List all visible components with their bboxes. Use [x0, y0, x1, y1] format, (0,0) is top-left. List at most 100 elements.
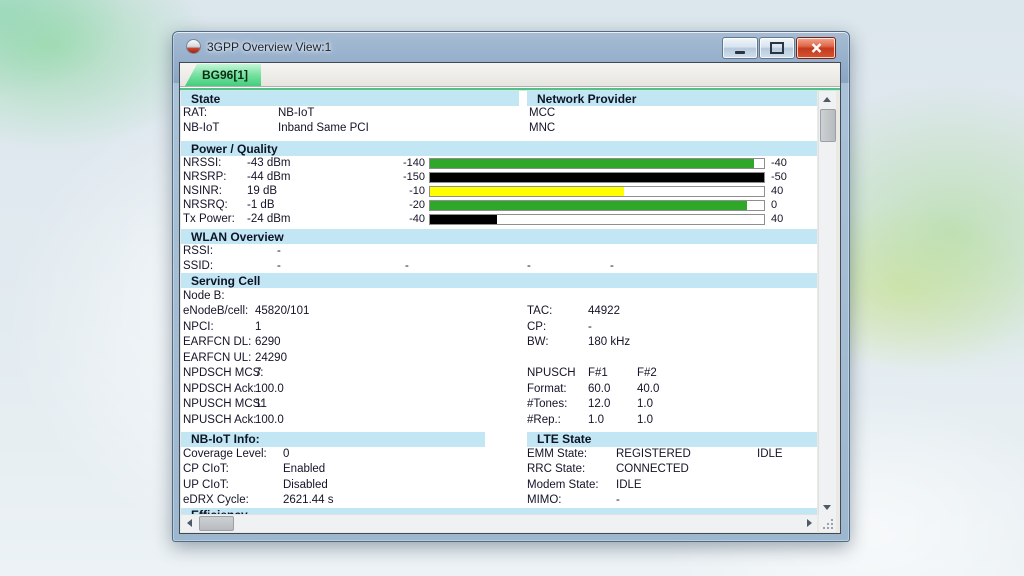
- field-label: UP CIoT:: [181, 479, 283, 491]
- content-area: State Network Provider RAT: NB-IoT MCC N…: [181, 91, 817, 515]
- close-icon: [811, 43, 822, 53]
- signal-bar-fill: [430, 173, 764, 182]
- power-row: Tx Power: -24 dBm -40 40: [181, 212, 817, 226]
- serving-cell-row: EARFCN DL: 6290 BW: 180 kHz: [181, 335, 817, 351]
- maximize-icon: [770, 42, 784, 54]
- field-label: NB-IoT: [181, 122, 278, 134]
- field-value: 7: [255, 367, 527, 379]
- field-value: 0: [283, 448, 527, 460]
- field-value: 11: [255, 398, 527, 410]
- section-header-row: Serving Cell: [181, 273, 817, 288]
- serving-cell-row: NPDSCH MCS: 7 NPUSCH F#1 F#2: [181, 366, 817, 382]
- window-title: 3GPP Overview View:1: [207, 40, 331, 54]
- field-label: NPCI:: [181, 321, 255, 333]
- header-gap: [519, 91, 527, 106]
- serving-cell-row: eNodeB/cell: 45820/101 TAC: 44922: [181, 304, 817, 320]
- field-label: NSINR:: [181, 185, 247, 197]
- field-label: NPUSCH: [527, 367, 588, 379]
- field-value: 44922: [588, 305, 637, 317]
- field-label: Node B:: [181, 290, 255, 302]
- field-label: EARFCN UL:: [181, 352, 255, 364]
- section-header-row: Power / Quality: [181, 141, 817, 156]
- resize-grip-icon[interactable]: [831, 527, 833, 529]
- vertical-scroll-thumb[interactable]: [820, 109, 836, 142]
- state-row: RAT: NB-IoT MCC: [181, 106, 817, 121]
- power-quality-rows: NRSSI: -43 dBm -140 -40 NRSRP: -44 dBm -…: [181, 156, 817, 226]
- horizontal-scroll-thumb[interactable]: [199, 516, 234, 531]
- nbiot-lte-row: Coverage Level: 0 EMM State: REGISTERED …: [181, 447, 817, 462]
- nbiot-title: NB-IoT Info:: [181, 432, 260, 446]
- field-label: NPUSCH Ack:: [181, 414, 255, 426]
- section-header-power-quality: Power / Quality: [181, 141, 817, 156]
- app-window: 3GPP Overview View:1 BG96[1]: [172, 31, 850, 542]
- horizontal-scrollbar[interactable]: [181, 514, 817, 532]
- serving-cell-row: NPDSCH Ack: 100.0 Format: 60.0 40.0: [181, 381, 817, 397]
- serving-cell-row: NPUSCH Ack: 100.0 #Rep.: 1.0 1.0: [181, 412, 817, 428]
- window-panel: BG96[1] State Network Provider RAT: NB-I…: [179, 62, 841, 534]
- header-gap: [485, 432, 527, 447]
- section-header-row: WLAN Overview: [181, 229, 817, 244]
- section-header-nbiot: NB-IoT Info:: [181, 432, 485, 447]
- maximize-button[interactable]: [759, 37, 795, 59]
- window-controls: [721, 37, 836, 59]
- field-label: CP CIoT:: [181, 463, 283, 475]
- field-value: IDLE: [757, 448, 817, 460]
- serving-cell-row: EARFCN UL: 24290: [181, 350, 817, 366]
- power-row: NRSRP: -44 dBm -150 -50: [181, 170, 817, 184]
- section-header-serving-cell: Serving Cell: [181, 273, 817, 288]
- field-value: 2621.44 s: [283, 494, 527, 506]
- field-value: 40.0: [637, 383, 817, 395]
- field-value: REGISTERED: [616, 448, 757, 460]
- nbiot-lte-row: CP CIoT: Enabled RRC State: CONNECTED: [181, 462, 817, 477]
- serving-cell-rows: Node B: eNodeB/cell: 45820/101 TAC: 4492…: [181, 288, 817, 428]
- field-value: 1.0: [637, 398, 817, 410]
- network-provider-title: Network Provider: [527, 92, 636, 106]
- field-value: -: [610, 259, 614, 274]
- scroll-right-button[interactable]: [801, 515, 817, 531]
- signal-bar-fill: [430, 201, 747, 210]
- power-row: NRSSI: -43 dBm -140 -40: [181, 156, 817, 170]
- tab-bg96[interactable]: BG96[1]: [185, 64, 261, 86]
- field-label: EARFCN DL:: [181, 336, 255, 348]
- field-value: -: [527, 259, 531, 274]
- minimize-button[interactable]: [722, 37, 758, 59]
- scroll-down-button[interactable]: [819, 499, 835, 515]
- field-value: 24290: [255, 352, 527, 364]
- field-value: 19 dB: [247, 185, 359, 197]
- field-value: 1: [255, 321, 527, 333]
- tab-strip: BG96[1]: [180, 63, 840, 87]
- field-value: -24 dBm: [247, 213, 359, 225]
- field-value: 45820/101: [255, 305, 527, 317]
- field-value: -1 dB: [247, 199, 359, 211]
- scroll-left-button[interactable]: [181, 515, 197, 531]
- field-value: 1.0: [588, 414, 637, 426]
- power-row: NSINR: 19 dB -10 40: [181, 184, 817, 198]
- tab-label: BG96[1]: [185, 68, 248, 82]
- field-value: -: [616, 494, 757, 506]
- field-label: RAT:: [181, 107, 278, 119]
- signal-bar-track: [429, 200, 765, 211]
- bar-scale-min: -40: [359, 213, 429, 225]
- chevron-left-icon: [187, 519, 192, 527]
- field-label: RSSI:: [183, 244, 213, 259]
- section-header-wlan: WLAN Overview: [181, 229, 817, 244]
- scroll-up-button[interactable]: [819, 91, 835, 107]
- field-value: Inband Same PCI: [278, 122, 527, 134]
- field-value: 60.0: [588, 383, 637, 395]
- field-value: 180 kHz: [588, 336, 637, 348]
- close-button[interactable]: [796, 37, 836, 59]
- power-row: NRSRQ: -1 dB -20 0: [181, 198, 817, 212]
- field-value: -: [277, 259, 281, 274]
- section-header-row: State Network Provider: [181, 91, 817, 106]
- signal-bar-track: [429, 214, 765, 225]
- title-bar[interactable]: 3GPP Overview View:1: [173, 32, 849, 61]
- section-header-network-provider: Network Provider: [527, 91, 817, 106]
- signal-bar-track: [429, 158, 765, 169]
- wlan-row: SSID: - - - -: [181, 259, 817, 274]
- chevron-right-icon: [807, 519, 812, 527]
- field-value: 12.0: [588, 398, 637, 410]
- serving-cell-row: NPUSCH MCS: 11 #Tones: 12.0 1.0: [181, 397, 817, 413]
- vertical-scrollbar[interactable]: [818, 91, 836, 515]
- section-header-state: State: [181, 91, 519, 106]
- field-value: 6290: [255, 336, 527, 348]
